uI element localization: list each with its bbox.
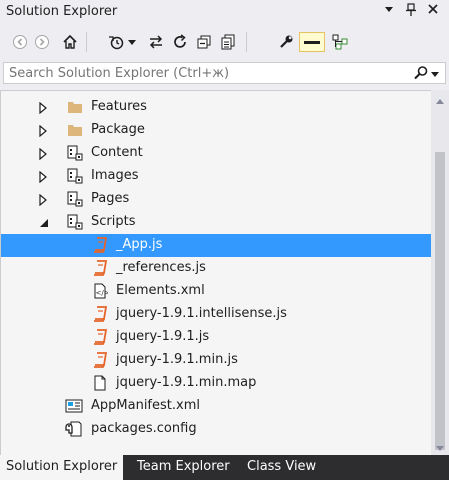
js-file-icon	[92, 352, 108, 368]
toolbar-separator	[86, 32, 87, 52]
tree-item-appmanifest-xml[interactable]: AppManifest.xml	[1, 395, 431, 418]
solution-tree: Features Package Content Images Pages Sc…	[0, 90, 431, 455]
refresh-icon[interactable]	[170, 32, 190, 52]
tree-item-package[interactable]: Package	[1, 119, 431, 142]
expand-arrow-icon[interactable]	[39, 193, 49, 207]
js-file-icon	[92, 306, 108, 322]
module-icon	[67, 145, 83, 161]
tree-item-label: jquery-1.9.1.intellisense.js	[116, 306, 287, 321]
search-icon[interactable]	[413, 65, 429, 81]
tree-item-features[interactable]: Features	[1, 96, 431, 119]
tree-item-jquery-min-map[interactable]: jquery-1.9.1.min.map	[1, 372, 431, 395]
tree-item-label: jquery-1.9.1.min.js	[116, 352, 238, 367]
manifest-icon	[65, 398, 83, 414]
tree-item-label: packages.config	[91, 421, 197, 436]
tree-item-label: _App.js	[116, 237, 163, 252]
toolbar-separator	[246, 32, 247, 52]
tree-item-jquery-min-js[interactable]: jquery-1.9.1.min.js	[1, 349, 431, 372]
tree-item-label: Elements.xml	[116, 283, 205, 298]
vertical-scrollbar[interactable]	[431, 90, 449, 455]
folder-icon	[67, 122, 83, 138]
tree-item-label: Content	[91, 145, 143, 160]
tab-class-view[interactable]: Class View	[241, 455, 322, 480]
properties-icon[interactable]	[276, 32, 296, 52]
xml-file-icon: </>	[92, 283, 110, 299]
module-icon	[67, 191, 83, 207]
scroll-down-arrow-icon[interactable]	[435, 442, 445, 451]
sync-icon[interactable]	[146, 32, 166, 52]
pin-icon[interactable]	[403, 3, 419, 19]
dropdown-icon[interactable]	[126, 32, 138, 52]
expand-arrow-icon[interactable]	[39, 124, 49, 138]
js-file-icon	[92, 237, 108, 253]
config-icon	[65, 421, 82, 437]
close-icon[interactable]	[425, 3, 441, 19]
tree-item-label: AppManifest.xml	[91, 398, 200, 413]
back-icon[interactable]	[10, 32, 30, 52]
forward-icon[interactable]	[32, 32, 52, 52]
tab-team-explorer[interactable]: Team Explorer	[131, 455, 236, 480]
js-file-icon	[92, 260, 108, 276]
scroll-up-arrow-icon[interactable]	[435, 94, 445, 104]
folder-icon	[67, 99, 83, 115]
tree-item-packages-config[interactable]: packages.config	[1, 418, 431, 441]
tree-item-pages[interactable]: Pages	[1, 188, 431, 211]
class-diagram-icon[interactable]	[330, 32, 350, 52]
module-icon	[67, 168, 83, 184]
preview-icon[interactable]	[299, 32, 325, 52]
tree-item-label: Scripts	[91, 214, 136, 229]
module-icon	[67, 214, 83, 230]
show-all-files-icon[interactable]	[218, 32, 238, 52]
tool-window-tabs: Solution Explorer Team Explorer Class Vi…	[0, 455, 449, 480]
home-icon[interactable]	[60, 32, 80, 52]
history-icon[interactable]	[106, 32, 126, 52]
tree-item-scripts[interactable]: Scripts	[1, 211, 431, 234]
tree-item-content[interactable]: Content	[1, 142, 431, 165]
tree-item-app-js[interactable]: _App.js	[1, 234, 431, 257]
toolbar	[0, 24, 449, 58]
tab-solution-explorer[interactable]: Solution Explorer	[0, 455, 124, 480]
tree-item-elements-xml[interactable]: </> Elements.xml	[1, 280, 431, 303]
title-bar: Solution Explorer	[0, 0, 449, 24]
file-icon	[92, 375, 108, 391]
expand-arrow-icon[interactable]	[39, 170, 49, 184]
tree-item-label: jquery-1.9.1.min.map	[116, 375, 257, 390]
tree-item-label: Package	[91, 122, 145, 137]
tree-item-jquery-js[interactable]: jquery-1.9.1.js	[1, 326, 431, 349]
tree-item-label: Pages	[91, 191, 130, 206]
tree-item-images[interactable]: Images	[1, 165, 431, 188]
js-file-icon	[92, 329, 108, 345]
tree-item-jquery-intellisense-js[interactable]: jquery-1.9.1.intellisense.js	[1, 303, 431, 326]
tree-item-label: Features	[91, 99, 147, 114]
expand-arrow-icon[interactable]	[39, 147, 49, 161]
window-position-dropdown-icon[interactable]	[381, 3, 397, 19]
window-title: Solution Explorer	[6, 4, 118, 19]
tree-item-label: _references.js	[116, 260, 206, 275]
scrollbar-thumb[interactable]	[435, 152, 445, 450]
search-box[interactable]	[3, 62, 446, 84]
tree-item-label: Images	[91, 168, 139, 183]
svg-text:</>: </>	[96, 289, 109, 297]
search-options-dropdown-icon[interactable]	[431, 67, 441, 79]
expand-arrow-icon[interactable]	[39, 101, 49, 115]
tree-item-references-js[interactable]: _references.js	[1, 257, 431, 280]
collapse-arrow-icon[interactable]	[39, 217, 49, 229]
search-input[interactable]	[4, 63, 404, 83]
collapse-all-icon[interactable]	[194, 32, 214, 52]
tree-item-label: jquery-1.9.1.js	[116, 329, 210, 344]
